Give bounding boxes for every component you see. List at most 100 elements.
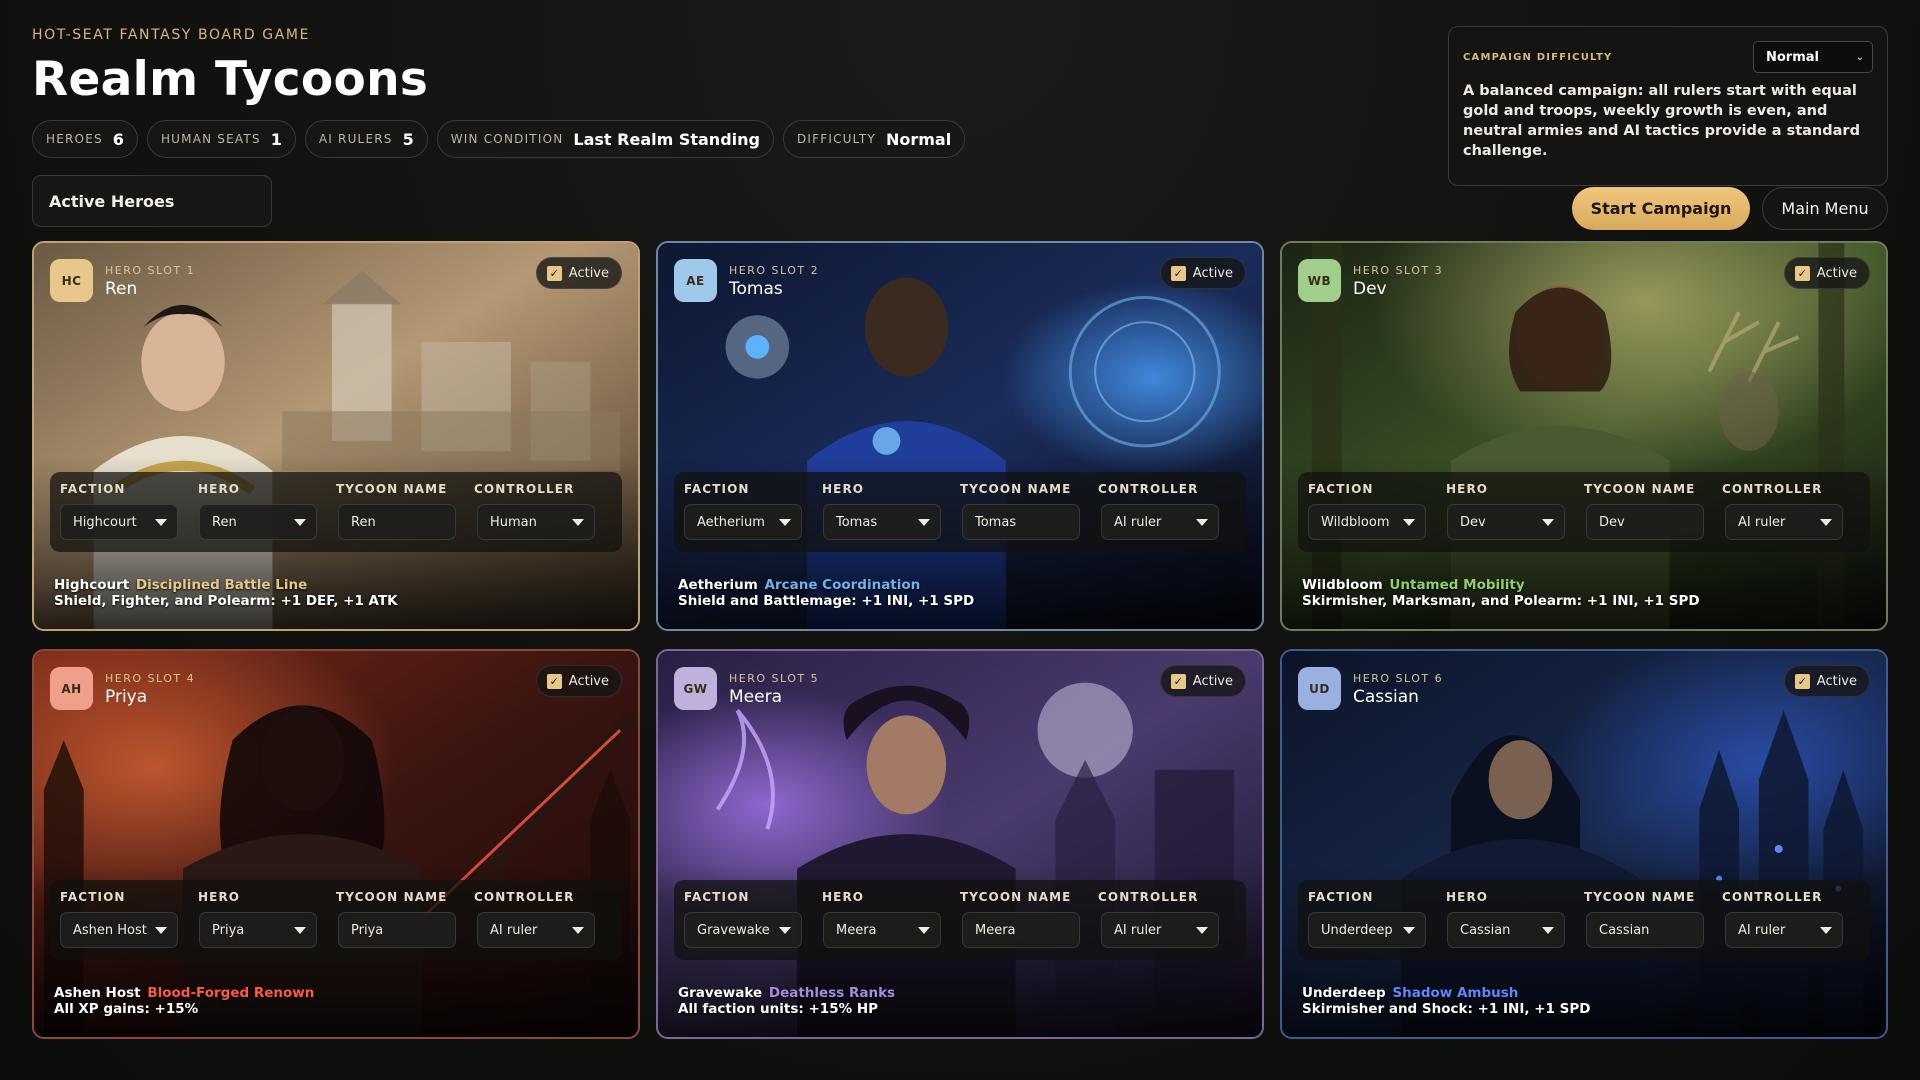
hero-select[interactable]: Priya xyxy=(199,912,317,948)
controller-label: CONTROLLER xyxy=(1722,482,1823,496)
tycoon-name-input[interactable]: Dev xyxy=(1586,504,1704,540)
main-menu-button[interactable]: Main Menu xyxy=(1762,187,1888,230)
faction-trait: Highcourt Disciplined Battle Line Shield… xyxy=(54,577,614,609)
active-toggle[interactable]: ✓ Active xyxy=(1783,665,1870,697)
controller-label: CONTROLLER xyxy=(1098,890,1199,904)
hero-portrait-image xyxy=(34,651,638,1037)
hero-portrait-image xyxy=(34,243,638,629)
hero-label: HERO xyxy=(198,482,241,496)
active-toggle[interactable]: ✓ Active xyxy=(1159,257,1246,289)
faction-badge: GW xyxy=(674,667,717,710)
faction-select[interactable]: Ashen Host xyxy=(60,912,178,948)
controller-value: Human xyxy=(490,514,537,530)
faction-value: Underdeep xyxy=(1321,922,1393,938)
hero-name: Dev xyxy=(1353,279,1387,299)
tycoon-name-label: TYCOON NAME xyxy=(336,482,448,496)
hero-value: Cassian xyxy=(1460,922,1511,938)
dropdown-arrow-icon xyxy=(779,926,791,934)
hero-slot-label: HERO SLOT 2 xyxy=(729,264,820,277)
dropdown-arrow-icon xyxy=(1820,518,1832,526)
tycoon-name-label: TYCOON NAME xyxy=(1584,890,1696,904)
tycoon-name-value: Tomas xyxy=(975,514,1017,530)
hero-settings: FACTION HERO TYCOON NAME CONTROLLER Ashe… xyxy=(50,880,622,960)
dropdown-arrow-icon xyxy=(1542,518,1554,526)
hero-slot-label: HERO SLOT 5 xyxy=(729,672,820,685)
trait-name: Arcane Coordination xyxy=(764,577,921,593)
trait-faction: Wildbloom xyxy=(1302,577,1383,593)
active-toggle[interactable]: ✓ Active xyxy=(535,665,622,697)
checkbox-checked-icon: ✓ xyxy=(546,673,562,689)
hero-select[interactable]: Dev xyxy=(1447,504,1565,540)
controller-select[interactable]: AI ruler xyxy=(1101,912,1219,948)
hero-slot-label: HERO SLOT 4 xyxy=(105,672,196,685)
hero-select[interactable]: Meera xyxy=(823,912,941,948)
active-label: Active xyxy=(1816,673,1857,689)
faction-select[interactable]: Gravewake xyxy=(684,912,802,948)
active-toggle[interactable]: ✓ Active xyxy=(535,257,622,289)
tycoon-name-value: Meera xyxy=(975,922,1016,938)
tycoon-name-input[interactable]: Meera xyxy=(962,912,1080,948)
tycoon-name-input[interactable]: Cassian xyxy=(1586,912,1704,948)
controller-label: CONTROLLER xyxy=(474,482,575,496)
faction-select[interactable]: Highcourt xyxy=(60,504,178,540)
checkbox-checked-icon: ✓ xyxy=(546,265,562,281)
dropdown-arrow-icon xyxy=(1542,926,1554,934)
active-toggle[interactable]: ✓ Active xyxy=(1783,257,1870,289)
controller-value: AI ruler xyxy=(1114,514,1162,530)
hero-portrait-image xyxy=(658,651,1262,1037)
chevron-down-icon: ⌄ xyxy=(1855,51,1864,63)
faction-select[interactable]: Aetherium xyxy=(684,504,802,540)
faction-trait: Wildbloom Untamed Mobility Skirmisher, M… xyxy=(1302,577,1862,609)
hero-portrait-image xyxy=(658,243,1262,629)
page-title: Realm Tycoons xyxy=(32,52,429,107)
stat-label: Difficulty xyxy=(796,132,876,146)
stat-value: Normal xyxy=(885,129,952,149)
faction-badge: WB xyxy=(1298,259,1341,302)
hero-select[interactable]: Cassian xyxy=(1447,912,1565,948)
tycoon-name-input[interactable]: Ren xyxy=(338,504,456,540)
stat-label: Human seats xyxy=(160,132,261,146)
trait-description: Skirmisher, Marksman, and Polearm: +1 IN… xyxy=(1302,593,1700,609)
hero-name: Cassian xyxy=(1353,687,1419,707)
dropdown-arrow-icon xyxy=(1820,926,1832,934)
active-toggle[interactable]: ✓ Active xyxy=(1159,665,1246,697)
faction-label: FACTION xyxy=(684,890,750,904)
tycoon-name-input[interactable]: Tomas xyxy=(962,504,1080,540)
dropdown-arrow-icon xyxy=(294,926,306,934)
stat-win-condition: Win condition Last Realm Standing xyxy=(436,120,774,158)
faction-value: Wildbloom xyxy=(1321,514,1390,530)
tycoon-name-input[interactable]: Priya xyxy=(338,912,456,948)
hero-name: Meera xyxy=(729,687,782,707)
tycoon-name-label: TYCOON NAME xyxy=(960,482,1072,496)
trait-faction: Gravewake xyxy=(678,985,763,1001)
controller-select[interactable]: AI ruler xyxy=(477,912,595,948)
dropdown-arrow-icon xyxy=(572,926,584,934)
hero-value: Tomas xyxy=(836,514,878,530)
dropdown-arrow-icon xyxy=(1196,518,1208,526)
hero-name: Ren xyxy=(105,279,138,299)
dropdown-arrow-icon xyxy=(294,518,306,526)
difficulty-select[interactable]: Normal ⌄ xyxy=(1753,41,1873,73)
dropdown-arrow-icon xyxy=(918,518,930,526)
trait-faction: Ashen Host xyxy=(54,985,141,1001)
trait-description: Shield, Fighter, and Polearm: +1 DEF, +1… xyxy=(54,593,398,609)
controller-select[interactable]: AI ruler xyxy=(1725,912,1843,948)
start-campaign-button[interactable]: Start Campaign xyxy=(1572,187,1750,230)
faction-label: FACTION xyxy=(60,482,126,496)
tycoon-name-label: TYCOON NAME xyxy=(960,890,1072,904)
hero-portrait-image xyxy=(1282,243,1886,629)
hero-select[interactable]: Ren xyxy=(199,504,317,540)
faction-select[interactable]: Underdeep xyxy=(1308,912,1426,948)
faction-value: Aetherium xyxy=(697,514,765,530)
stat-value: 5 xyxy=(402,129,414,149)
controller-select[interactable]: AI ruler xyxy=(1725,504,1843,540)
controller-value: AI ruler xyxy=(1738,514,1786,530)
controller-value: AI ruler xyxy=(1738,922,1786,938)
faction-select[interactable]: Wildbloom xyxy=(1308,504,1426,540)
controller-select[interactable]: Human xyxy=(477,504,595,540)
trait-faction: Aetherium xyxy=(678,577,758,593)
controller-select[interactable]: AI ruler xyxy=(1101,504,1219,540)
tab-active-heroes[interactable]: Active Heroes xyxy=(32,175,272,227)
faction-label: FACTION xyxy=(60,890,126,904)
hero-select[interactable]: Tomas xyxy=(823,504,941,540)
